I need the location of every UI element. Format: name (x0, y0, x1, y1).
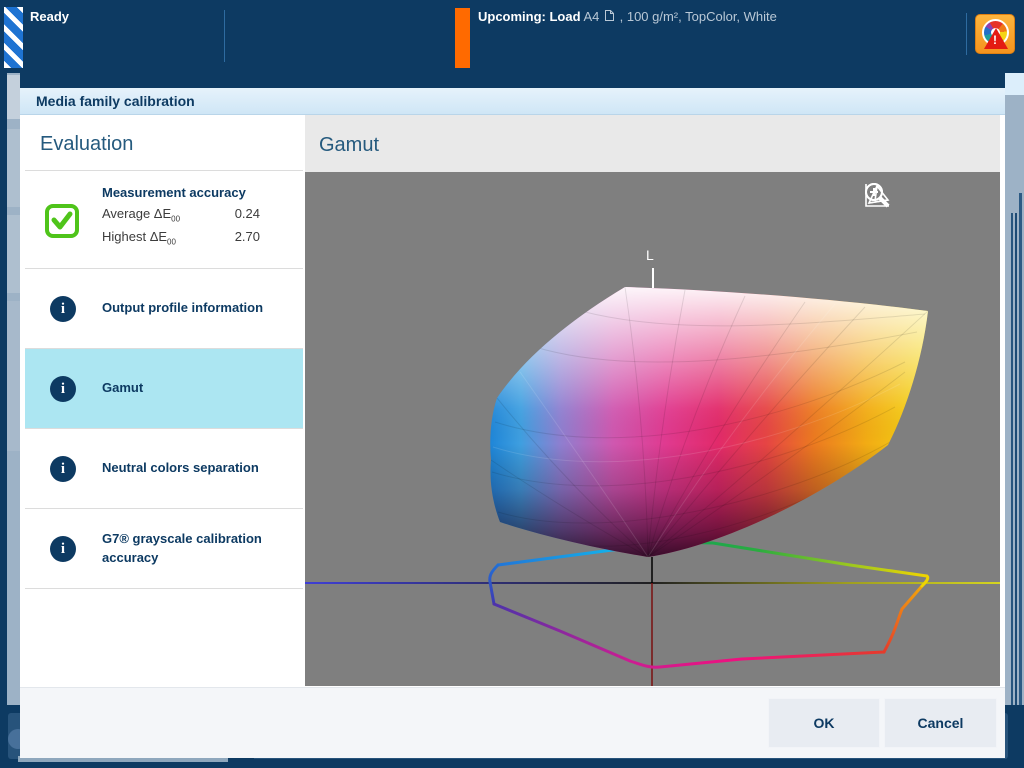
background-tab (7, 215, 20, 293)
eval-item-label: Neutral colors separation (102, 460, 259, 476)
ok-button[interactable]: OK (768, 698, 880, 748)
upcoming-warning-bar (455, 8, 470, 68)
info-icon: i (50, 375, 76, 402)
evaluation-heading: Evaluation (40, 133, 134, 155)
background-tab (7, 75, 20, 119)
dialog-title: Media family calibration (20, 88, 1005, 115)
success-check-icon (45, 204, 79, 238)
eval-item-neutral-colors-separation[interactable]: i Neutral colors separation (25, 428, 303, 508)
eval-item-label: Output profile information (102, 300, 264, 316)
info-icon: i (50, 295, 76, 322)
topbar-divider (966, 13, 967, 55)
upcoming-label: Upcoming: Load (478, 9, 581, 24)
background-strip (1005, 73, 1024, 95)
background-tab (7, 301, 20, 451)
separator (25, 588, 303, 589)
topbar-divider (224, 10, 225, 62)
highest-deltae-label: Highest ΔE00 (102, 228, 176, 247)
zoom-in-icon[interactable] (865, 180, 984, 210)
background-sidebar-dimmed (0, 73, 20, 705)
cancel-button[interactable]: Cancel (884, 698, 997, 748)
highest-deltae-row: Highest ΔE00 2.70 (102, 229, 260, 247)
background-line (1011, 213, 1013, 705)
eval-item-label: G7® grayscale calibration accuracy (102, 531, 262, 565)
zoom-out-icon[interactable] (865, 180, 938, 210)
media-family-calibration-dialog: Media family calibration Evaluation Meas… (20, 88, 1005, 758)
eval-item-gamut[interactable]: i Gamut (25, 348, 303, 428)
background-line (1019, 193, 1022, 705)
screen: Ready Upcoming: Load A4 , 100 g/m², TopC… (0, 0, 1024, 768)
printer-status-stripes-icon (4, 7, 23, 68)
background-line (1015, 213, 1017, 705)
measurement-accuracy-title: Measurement accuracy (102, 185, 246, 200)
average-deltae-row: Average ΔE00 0.24 (102, 206, 260, 224)
l-axis-label: L (646, 247, 654, 263)
color-alert-button[interactable] (975, 14, 1015, 54)
average-deltae-value: 0.24 (234, 206, 260, 221)
eval-item-measurement-accuracy[interactable]: Measurement accuracy Average ΔE00 0.24 H… (25, 170, 303, 268)
upcoming-media: A4 (583, 9, 600, 24)
portrait-page-icon (604, 9, 615, 25)
gamut-heading: Gamut (305, 115, 1000, 172)
info-icon: i (50, 535, 76, 562)
background-tab (7, 129, 20, 207)
eval-item-output-profile-information[interactable]: i Output profile information (25, 268, 303, 348)
warning-triangle-icon (984, 28, 1008, 49)
printer-status-text: Ready (30, 9, 70, 24)
highest-deltae-value: 2.70 (234, 228, 260, 244)
eval-item-g7-grayscale-calibration[interactable]: i G7® grayscale calibration accuracy (25, 508, 303, 588)
upcoming-details: , 100 g/m², TopColor, White (619, 9, 777, 24)
gamut-panel: Gamut L (305, 115, 1000, 687)
top-status-bar: Ready Upcoming: Load A4 , 100 g/m², TopC… (0, 0, 1024, 73)
gamut-3d-viewer[interactable]: L (305, 172, 1000, 686)
gamut-2d-outline (488, 540, 930, 669)
background-right-dimmed (1005, 73, 1024, 705)
eval-item-label: Gamut (102, 380, 144, 396)
evaluation-panel: Evaluation Measurement accuracy Average … (25, 115, 303, 687)
gamut-3d-solid (490, 287, 928, 557)
info-icon: i (50, 455, 76, 482)
dialog-footer: OK Cancel (20, 687, 1005, 758)
upcoming-job-text: Upcoming: Load A4 , 100 g/m², TopColor, … (478, 9, 777, 25)
viewer-toolbar (862, 180, 984, 210)
average-deltae-label: Average ΔE00 (102, 206, 181, 224)
